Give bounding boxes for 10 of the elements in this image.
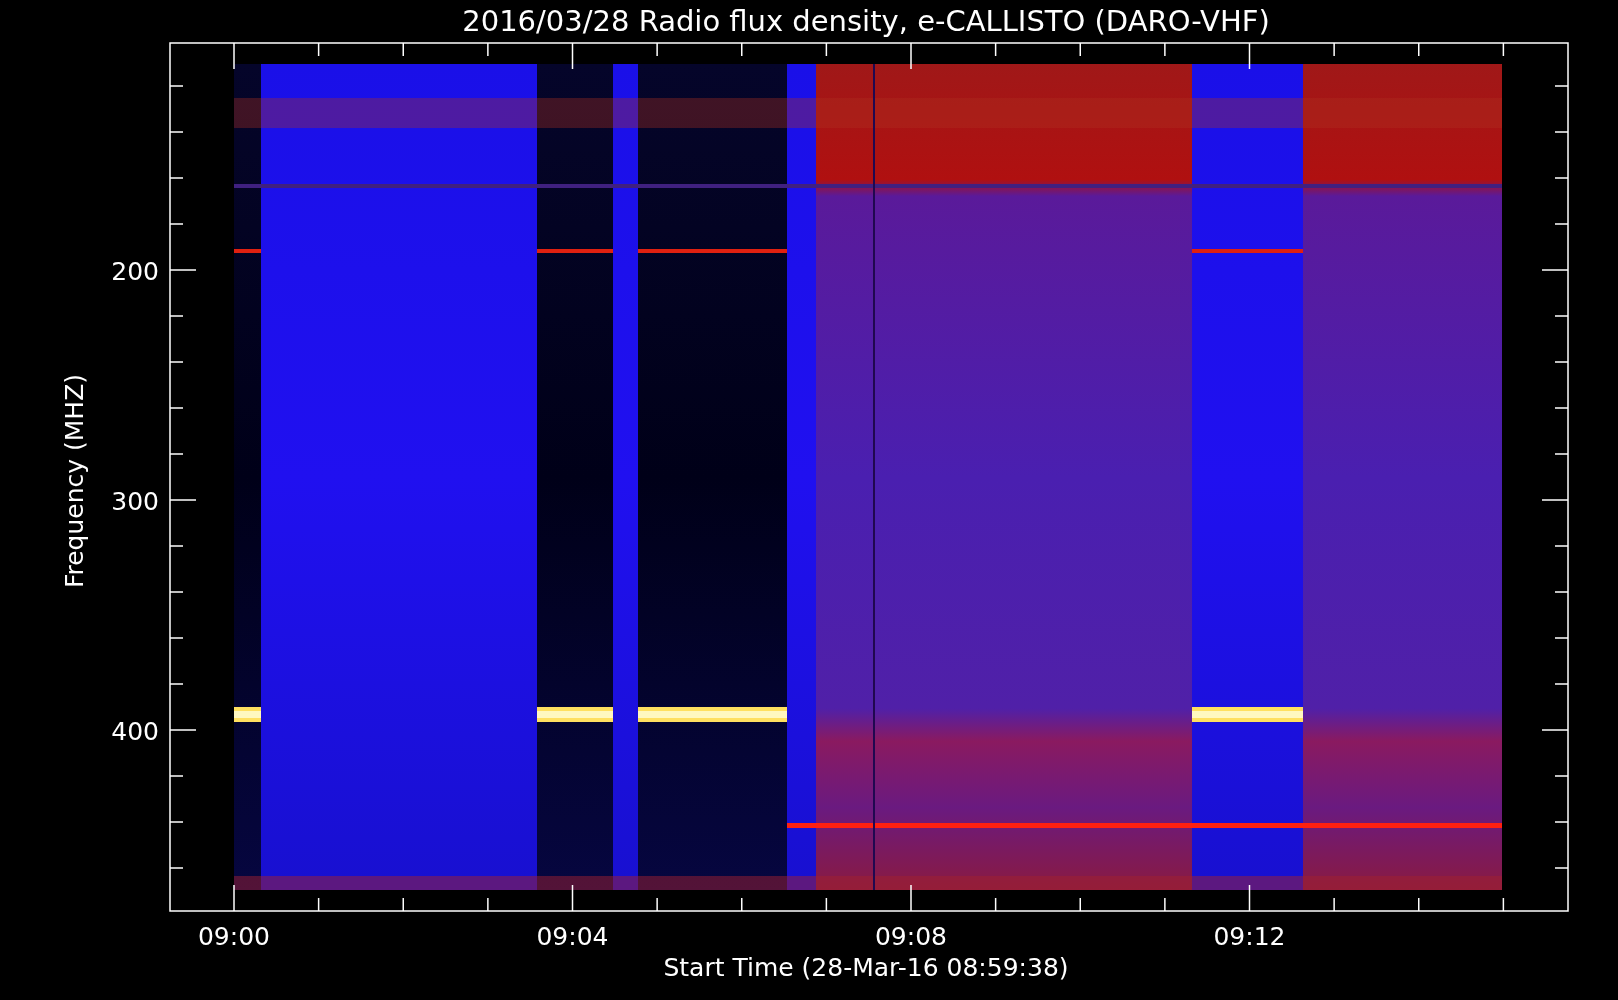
- y-tick-label: 200: [111, 257, 159, 286]
- x-axis-title: Start Time (28-Mar-16 08:59:38): [663, 953, 1069, 982]
- y-axis-title: Frequency (MHZ): [60, 373, 89, 589]
- chart-title: 2016/03/28 Radio flux density, e-CALLISTO (DARO-VHF): [462, 4, 1270, 38]
- x-tick-label: 09:12: [1213, 922, 1286, 951]
- x-tick-label: 09:08: [875, 922, 947, 951]
- x-tick-label: 09:04: [536, 922, 609, 951]
- y-tick-label: 300: [111, 487, 159, 516]
- x-tick-label: 09:00: [198, 922, 270, 951]
- y-tick-label: 400: [111, 717, 159, 746]
